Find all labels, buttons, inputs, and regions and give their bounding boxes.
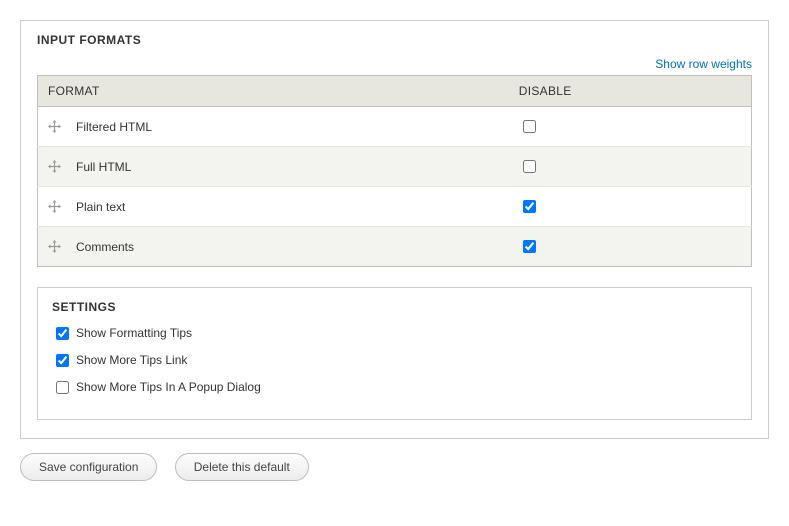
drag-handle-icon[interactable] [48,200,62,213]
settings-title: SETTINGS [52,300,737,314]
setting-checkbox[interactable] [56,327,69,340]
input-formats-fieldset: INPUT FORMATS Show row weights FORMAT DI… [20,20,769,439]
save-button[interactable]: Save configuration [20,453,157,481]
format-label: Full HTML [76,160,131,174]
disable-cell [509,227,752,267]
setting-label[interactable]: Show Formatting Tips [76,326,192,340]
format-label: Comments [76,240,134,254]
format-cell: Full HTML [38,147,509,187]
disable-cell [509,147,752,187]
delete-button[interactable]: Delete this default [175,453,309,481]
setting-row: Show More Tips In A Popup Dialog [52,378,737,397]
table-row: Full HTML [38,147,752,187]
disable-checkbox[interactable] [523,120,536,133]
setting-label[interactable]: Show More Tips In A Popup Dialog [76,380,261,394]
table-row: Filtered HTML [38,107,752,147]
format-label: Filtered HTML [76,120,152,134]
table-row: Plain text [38,187,752,227]
setting-row: Show Formatting Tips [52,324,737,343]
table-row: Comments [38,227,752,267]
format-cell: Filtered HTML [38,107,509,147]
show-row-weights-wrapper: Show row weights [37,57,752,71]
disable-checkbox[interactable] [523,160,536,173]
actions-row: Save configuration Delete this default [20,453,769,481]
show-row-weights-link[interactable]: Show row weights [655,57,752,71]
col-header-disable: DISABLE [509,76,752,107]
setting-label[interactable]: Show More Tips Link [76,353,187,367]
col-header-format: FORMAT [38,76,509,107]
settings-list: Show Formatting Tips Show More Tips Link S… [52,324,737,397]
format-label: Plain text [76,200,125,214]
disable-cell [509,107,752,147]
drag-handle-icon[interactable] [48,160,62,173]
formats-tbody: Filtered HTML Full HTML Plain text Comments [38,107,752,267]
drag-handle-icon[interactable] [48,240,62,253]
setting-checkbox[interactable] [56,381,69,394]
drag-handle-icon[interactable] [48,120,62,133]
setting-checkbox[interactable] [56,354,69,367]
format-cell: Plain text [38,187,509,227]
format-cell: Comments [38,227,509,267]
disable-cell [509,187,752,227]
disable-checkbox[interactable] [523,240,536,253]
disable-checkbox[interactable] [523,200,536,213]
setting-row: Show More Tips Link [52,351,737,370]
settings-box: SETTINGS Show Formatting Tips Show More T… [37,287,752,420]
fieldset-title: INPUT FORMATS [37,33,752,47]
formats-table: FORMAT DISABLE Filtered HTML Full HTML Pla… [37,75,752,267]
